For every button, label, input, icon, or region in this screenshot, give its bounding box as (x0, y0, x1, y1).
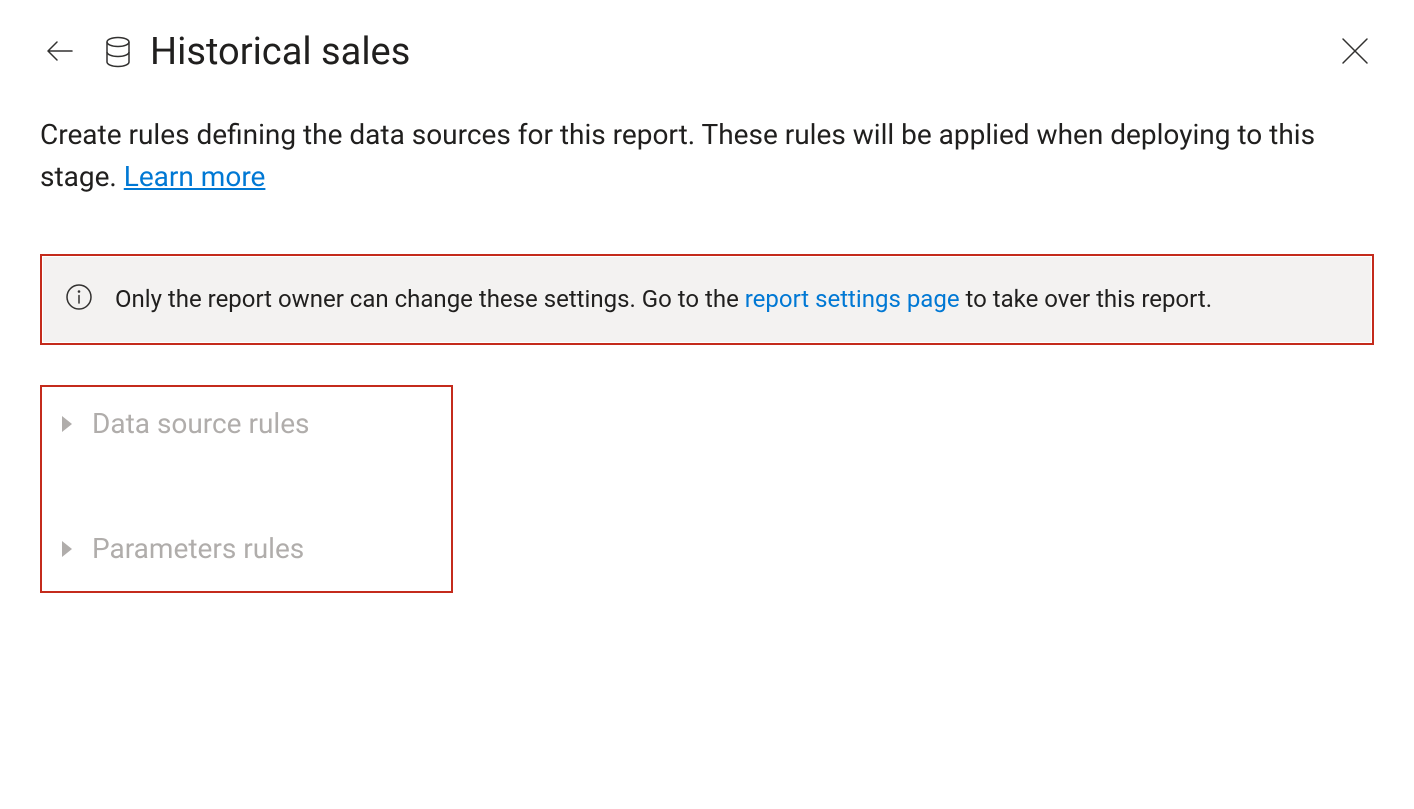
database-icon (104, 36, 132, 68)
close-icon (1340, 36, 1370, 69)
title-wrap: Historical sales (104, 30, 1312, 74)
panel-header: Historical sales (40, 30, 1374, 74)
data-source-rules-label: Data source rules (92, 407, 310, 440)
panel-description: Create rules defining the data sources f… (40, 114, 1374, 198)
parameters-rules-expander[interactable]: Parameters rules (60, 532, 433, 565)
arrow-left-icon (44, 35, 76, 70)
chevron-right-icon (60, 415, 74, 433)
info-banner: Only the report owner can change these s… (43, 257, 1371, 342)
close-button[interactable] (1336, 32, 1374, 73)
info-prefix: Only the report owner can change these s… (115, 285, 745, 313)
data-source-rules-expander[interactable]: Data source rules (60, 407, 433, 440)
info-banner-text: Only the report owner can change these s… (115, 281, 1212, 318)
learn-more-link[interactable]: Learn more (124, 160, 266, 193)
back-button[interactable] (40, 31, 80, 74)
page-title: Historical sales (150, 30, 410, 74)
parameters-rules-label: Parameters rules (92, 532, 304, 565)
info-suffix: to take over this report. (966, 285, 1213, 313)
info-icon (65, 283, 93, 315)
rules-sections-highlight: Data source rules Parameters rules (40, 385, 453, 593)
info-banner-highlight: Only the report owner can change these s… (40, 254, 1374, 345)
chevron-right-icon (60, 540, 74, 558)
report-settings-link[interactable]: report settings page (745, 285, 960, 313)
